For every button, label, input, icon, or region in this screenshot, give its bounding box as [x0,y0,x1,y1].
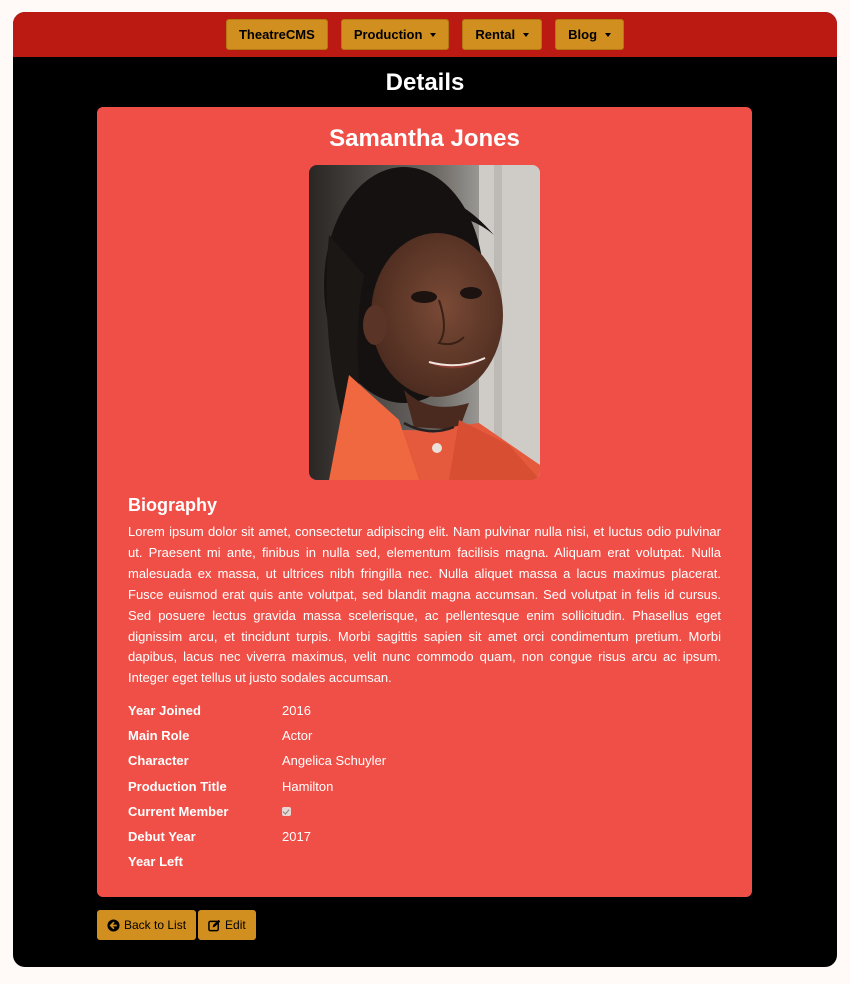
current-member-checkbox [282,806,291,816]
current-member-value [282,804,291,819]
member-details-list: Year Joined 2016 Main Role Actor Charact… [128,703,721,879]
member-details-card: Samantha Jones Biography Lorem ipsum dol… [97,107,752,897]
caret-down-icon [523,32,530,37]
caret-down-icon [430,32,437,37]
debut-year-value: 2017 [282,828,311,844]
page-title: Details [385,69,465,96]
detail-row-production-title: Production Title Hamilton [128,779,721,804]
portrait-illustration [309,165,540,480]
detail-label: Year Joined [128,703,201,719]
edit-icon [208,919,221,931]
detail-row-main-role: Main Role Actor [128,728,721,753]
circle-arrow-left-icon [107,918,120,932]
back-to-list-label: Back to List [124,918,187,932]
caret-down-icon [605,32,612,37]
nav-production-label: Production [353,27,423,42]
biography-heading: Biography [128,495,218,515]
detail-row-year-joined: Year Joined 2016 [128,703,721,728]
nav-brand-button[interactable]: TheatreCMS [225,19,328,50]
edit-button[interactable]: Edit [198,910,256,940]
biography-text: Lorem ipsum dolor sit amet, consectetur … [128,524,721,686]
member-name: Samantha Jones [329,125,520,152]
year-joined-value: 2016 [282,703,311,719]
character-value: Angelica Schuyler [282,753,387,769]
detail-label: Current Member [128,803,229,819]
detail-label: Character [128,753,189,769]
app-frame: TheatreCMS Production Rental Blog Detail… [13,12,837,967]
detail-row-debut-year: Debut Year 2017 [128,829,721,854]
back-to-list-button[interactable]: Back to List [97,910,197,940]
detail-label: Production Title [128,778,227,794]
edit-label: Edit [225,918,246,932]
detail-row-year-left: Year Left [128,854,721,879]
nav-production-dropdown[interactable]: Production [340,19,450,50]
production-title-value: Hamilton [282,778,334,794]
nav-rental-label: Rental [475,27,516,42]
action-bar: Back to List Edit [97,910,256,940]
detail-row-character: Character Angelica Schuyler [128,753,721,778]
detail-label: Debut Year [128,828,196,844]
member-photo [309,165,540,480]
main-role-value: Actor [282,728,313,744]
nav-brand-label: TheatreCMS [238,27,315,42]
nav-blog-label: Blog [568,27,598,42]
detail-label: Year Left [128,853,183,869]
nav-blog-dropdown[interactable]: Blog [555,19,625,50]
navbar: TheatreCMS Production Rental Blog [13,12,837,57]
detail-row-current-member: Current Member [128,804,721,829]
detail-label: Main Role [128,728,190,744]
nav-rental-dropdown[interactable]: Rental [462,19,543,50]
